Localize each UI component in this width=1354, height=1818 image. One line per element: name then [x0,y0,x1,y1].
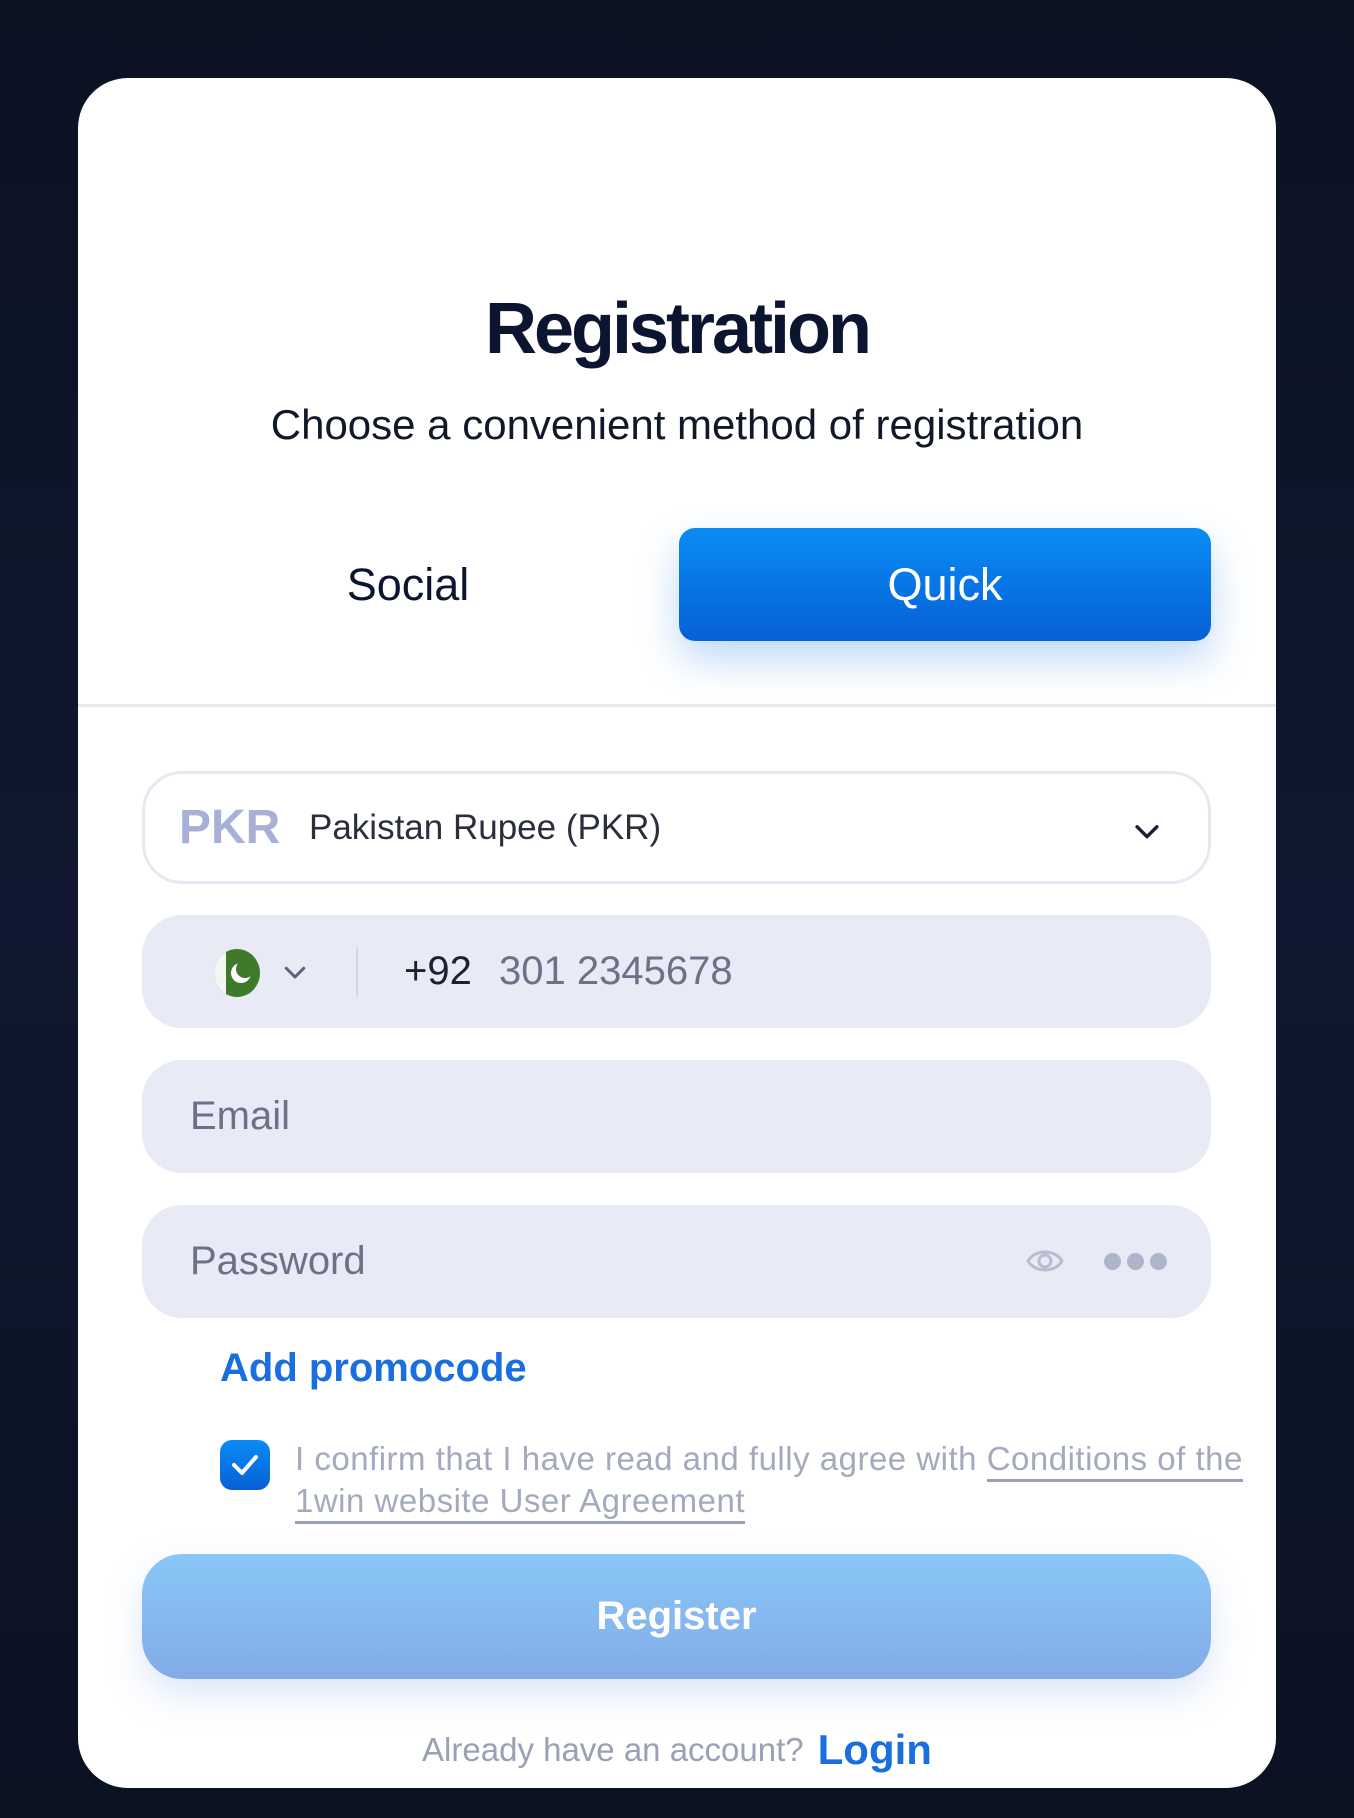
tab-quick[interactable]: Quick [679,528,1211,641]
password-placeholder: Password [190,1239,366,1283]
check-icon [232,1455,258,1475]
eye-icon[interactable] [1025,1243,1065,1279]
chevron-down-icon[interactable] [280,957,310,987]
tab-social[interactable]: Social [142,528,674,641]
currency-select[interactable]: PKR Pakistan Rupee (PKR) [142,771,1211,884]
register-button[interactable]: Register [142,1554,1211,1679]
pakistan-flag-icon[interactable] [214,949,260,997]
divider [78,704,1276,707]
email-field[interactable]: Email [142,1060,1211,1173]
login-link[interactable]: Login [818,1726,932,1773]
phone-field: +92 301 2345678 [142,915,1211,1028]
modal-title: Registration [484,289,872,369]
currency-code: PKR [179,801,281,854]
phone-prefix: +92 [404,949,472,993]
agreement-text: I confirm that I have read and fully agr… [295,1438,1275,1524]
add-promocode-link[interactable]: Add promocode [220,1346,527,1391]
currency-name: Pakistan Rupee (PKR) [309,807,662,847]
password-generate-icon[interactable] [1104,1253,1167,1270]
agreement-label: I confirm that I have read and fully agr… [295,1440,987,1477]
account-question: Already have an account? [422,1731,804,1768]
login-prompt: Already have an account? Login [78,1726,1276,1774]
phone-input[interactable]: 301 2345678 [499,915,733,1028]
password-field[interactable]: Password [142,1205,1211,1318]
phone-separator [356,947,358,997]
email-placeholder: Email [190,1094,291,1138]
chevron-down-icon [1135,825,1159,839]
registration-modal: Registration Choose a convenient method … [78,78,1276,1788]
modal-subtitle: Choose a convenient method of registrati… [270,401,1084,448]
registration-tabs: Social Quick [142,528,1211,641]
agreement-checkbox[interactable] [220,1440,270,1490]
